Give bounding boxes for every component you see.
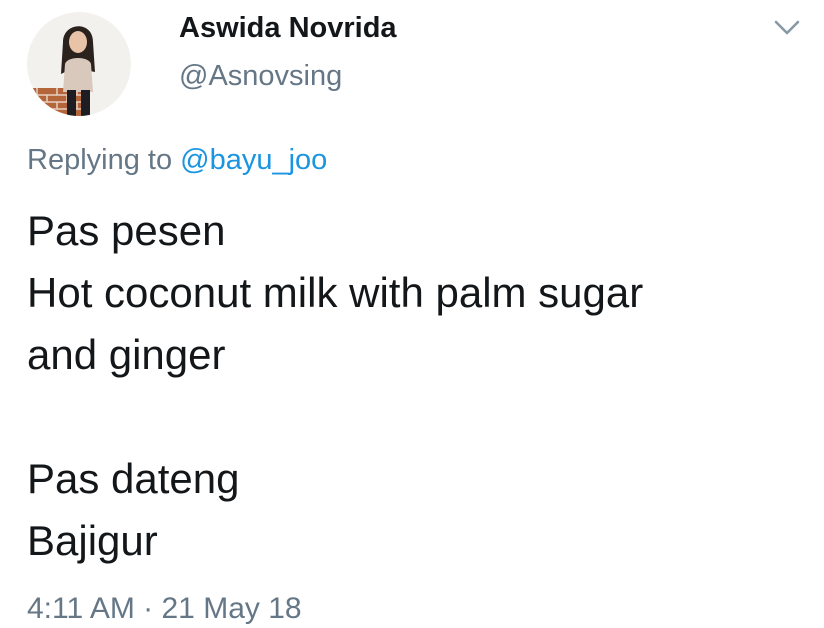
replying-to: Replying to @bayu_joo [27,144,327,177]
tweet-text-line: Pas pesen [27,207,226,254]
profile-photo [27,12,131,116]
tweet-text-line [27,386,817,448]
tweet-text: Pas pesen Hot coconut milk with palm sug… [27,200,817,572]
chevron-down-icon[interactable] [772,16,802,40]
tweet-timestamp[interactable]: 4:11 AM · 21 May 18 [27,592,302,626]
tweet-text-line: Pas dateng [27,455,240,502]
tweet: Aswida Novrida @Asnovsing Replying to @b… [0,0,824,628]
reply-mention-link[interactable]: @bayu_joo [180,144,327,176]
replying-to-label: Replying to [27,144,173,176]
tweet-text-line: Hot coconut milk with palm sugar [27,269,644,316]
tweet-text-line: Bajigur [27,517,158,564]
author-display-name[interactable]: Aswida Novrida [179,12,397,45]
author-handle[interactable]: @Asnovsing [179,60,342,93]
avatar[interactable] [27,12,131,116]
tweet-text-line: and ginger [27,331,226,378]
